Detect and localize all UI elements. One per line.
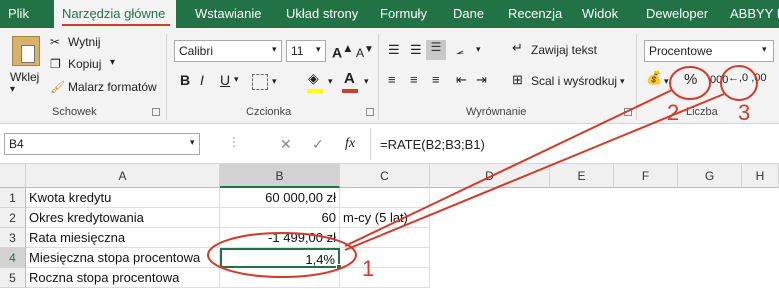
annotation-label-2: 2 <box>667 100 680 125</box>
annotation-line-1 <box>344 89 673 247</box>
annotation-overlay <box>207 65 758 278</box>
annotation-label-3: 3 <box>738 100 751 125</box>
annotation-ellipse-decimal <box>720 65 758 101</box>
annotation-label-1: 1 <box>362 256 375 281</box>
annotation-ellipse-percent <box>669 66 711 100</box>
annotation-ellipse-cell <box>207 232 357 278</box>
